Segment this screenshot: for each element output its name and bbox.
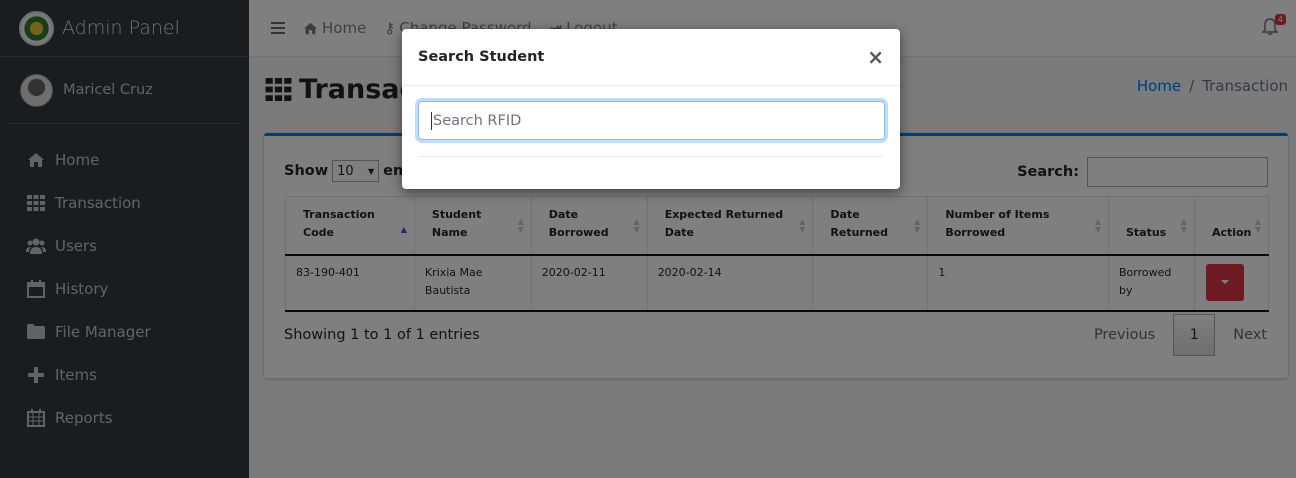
close-button[interactable]: × (867, 45, 884, 69)
rfid-search-input[interactable]: Search RFID (418, 101, 885, 140)
modal-header: Search Student × (402, 29, 900, 86)
text-cursor (431, 111, 432, 130)
modal-divider (418, 156, 884, 157)
rfid-search-placeholder: Search RFID (433, 112, 522, 129)
modal-title: Search Student (418, 49, 545, 65)
search-student-modal: Search Student × Search RFID (402, 29, 900, 189)
